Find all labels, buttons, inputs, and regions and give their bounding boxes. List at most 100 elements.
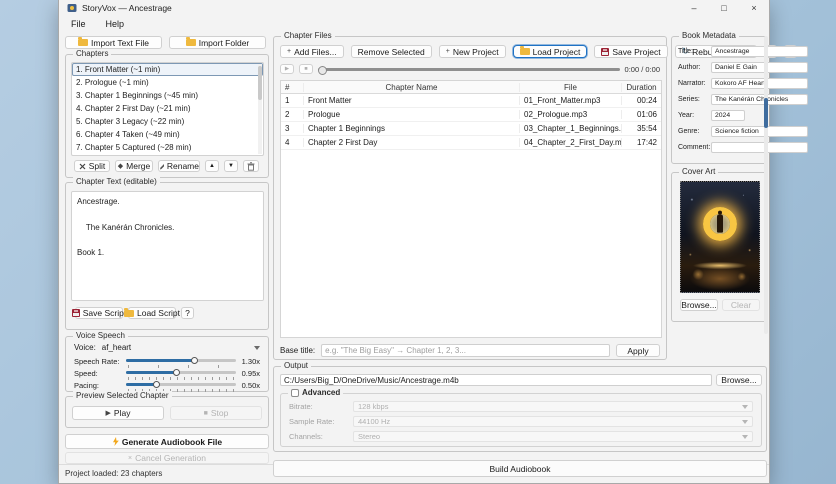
load-script-button[interactable]: Load Script: [124, 307, 180, 319]
cover-browse-button[interactable]: Browse...: [680, 299, 718, 311]
merge-button[interactable]: ◆ Merge: [115, 160, 153, 172]
table-row[interactable]: 4 Chapter 2 First Day 04_Chapter_2_First…: [281, 136, 661, 150]
slider-thumb[interactable]: [152, 381, 160, 388]
rename-label: Rename: [166, 161, 199, 171]
load-script-label: Load Script: [137, 308, 180, 318]
comment-input[interactable]: [711, 141, 808, 153]
file-stop-button[interactable]: ■: [299, 64, 313, 74]
bitrate-select[interactable]: 128 kbps: [353, 401, 753, 412]
comment-label: Comment:: [678, 143, 711, 151]
chapter-list-item[interactable]: 4. Chapter 2 First Day (~21 min): [72, 102, 263, 115]
close-button[interactable]: ×: [739, 0, 769, 16]
save-script-button[interactable]: Save Script: [71, 307, 126, 319]
genre-label: Genre:: [678, 127, 700, 135]
col-header-name[interactable]: Chapter Name: [303, 82, 519, 92]
new-project-button[interactable]: + New Project: [438, 45, 506, 58]
right-panel-scrollbar[interactable]: [764, 36, 768, 334]
author-input[interactable]: [711, 61, 808, 73]
scrollbar-thumb[interactable]: [764, 98, 768, 128]
cell-file: 02_Prologue.mp3: [519, 110, 621, 119]
remove-selected-button[interactable]: Remove Selected: [350, 45, 432, 58]
split-button[interactable]: Split: [74, 160, 110, 172]
pencil-icon: [160, 163, 164, 169]
base-title-row: Base title: Apply: [280, 344, 660, 357]
title-input[interactable]: [711, 45, 808, 57]
output-browse-button[interactable]: Browse...: [716, 374, 762, 386]
output-group: Output Browse... Advanced Bitrate: 128 k…: [273, 361, 767, 452]
cover-clear-button[interactable]: Clear: [722, 299, 760, 311]
table-row[interactable]: 1 Front Matter 01_Front_Matter.mp3 00:24: [281, 94, 661, 108]
chapters-group-label: Chapters: [73, 49, 112, 59]
table-row[interactable]: 3 Chapter 1 Beginnings 03_Chapter_1_Begi…: [281, 122, 661, 136]
cell-duration: 17:42: [621, 138, 661, 147]
genre-input[interactable]: [711, 125, 808, 137]
chapter-list-item[interactable]: 7. Chapter 5 Captured (~28 min): [72, 141, 263, 154]
stop-button[interactable]: ■ Stop: [170, 406, 262, 420]
base-title-input[interactable]: [321, 344, 610, 357]
chapter-list-item[interactable]: 6. Chapter 4 Taken (~49 min): [72, 128, 263, 141]
add-files-button[interactable]: + Add Files...: [280, 45, 344, 58]
chapter-list-item[interactable]: 1. Front Matter (~1 min): [72, 63, 263, 76]
load-project-button[interactable]: Load Project: [512, 45, 588, 58]
pacing-slider[interactable]: [126, 380, 236, 392]
advanced-label: Advanced: [302, 388, 341, 397]
minimize-button[interactable]: –: [679, 0, 709, 16]
move-chapter-down-button[interactable]: ▼: [224, 160, 238, 172]
year-input[interactable]: [711, 109, 745, 121]
col-header-num[interactable]: #: [281, 83, 303, 92]
chapter-list-item[interactable]: 5. Chapter 3 Legacy (~22 min): [72, 115, 263, 128]
output-path-input[interactable]: [280, 374, 712, 386]
pacing-row: Pacing: 0.50x: [74, 380, 260, 392]
cancel-generation-button[interactable]: × Cancel Generation: [65, 452, 269, 464]
chapters-scrollbar[interactable]: [258, 64, 262, 154]
cell-duration: 35:54: [621, 124, 661, 133]
floppy-icon: [601, 47, 610, 56]
voice-select[interactable]: af_heart: [102, 343, 248, 352]
year-field-row: Year:: [678, 109, 762, 121]
apply-label: Apply: [627, 345, 649, 356]
col-header-duration[interactable]: Duration: [621, 82, 661, 92]
speed-slider[interactable]: [126, 368, 236, 380]
channels-select[interactable]: Stereo: [353, 431, 753, 442]
import-text-file-button[interactable]: Import Text File: [65, 36, 162, 49]
save-project-button[interactable]: Save Project: [594, 45, 668, 58]
file-play-button[interactable]: ▶: [280, 64, 294, 74]
menu-help[interactable]: Help: [104, 19, 127, 29]
import-folder-button[interactable]: Import Folder: [169, 36, 266, 49]
chapter-list-item[interactable]: 3. Chapter 1 Beginnings (~45 min): [72, 89, 263, 102]
book-metadata-group: Book Metadata Title: Author: Narrator: S…: [671, 31, 808, 164]
rename-button[interactable]: Rename: [158, 160, 200, 172]
speech-rate-slider[interactable]: [126, 356, 236, 368]
table-row[interactable]: 2 Prologue 02_Prologue.mp3 01:06: [281, 108, 661, 122]
playback-slider[interactable]: [318, 65, 620, 75]
delete-chapter-button[interactable]: [243, 160, 259, 172]
advanced-group: Advanced Bitrate: 128 kbps Sample Rate: …: [280, 388, 762, 447]
apply-button[interactable]: Apply: [616, 344, 660, 357]
chapters-list[interactable]: 1. Front Matter (~1 min) 2. Prologue (~1…: [71, 62, 264, 156]
series-input[interactable]: [711, 93, 808, 105]
chapter-files-group: Chapter Files + Add Files... Remove Sele…: [273, 31, 797, 360]
voice-speech-group-label: Voice Speech: [73, 331, 128, 341]
playback-time: 0:00 / 0:00: [624, 64, 660, 74]
build-audiobook-button[interactable]: Build Audiobook: [273, 460, 767, 477]
maximize-button[interactable]: □: [709, 0, 739, 16]
col-header-file[interactable]: File: [519, 82, 621, 92]
slider-thumb[interactable]: [172, 369, 180, 376]
chevron-down-icon: [742, 434, 748, 439]
chapter-list-item[interactable]: 2. Prologue (~1 min): [72, 76, 263, 89]
play-button[interactable]: ▶ Play: [72, 406, 164, 420]
move-chapter-up-button[interactable]: ▲: [205, 160, 219, 172]
narrator-input[interactable]: [711, 77, 808, 89]
menu-file[interactable]: File: [69, 19, 88, 29]
sample-rate-select[interactable]: 44100 Hz: [353, 416, 753, 427]
slider-thumb[interactable]: [191, 357, 199, 364]
chapter-text-editor[interactable]: Ancestrage. The Kanérán Chronicles. Book…: [71, 191, 264, 301]
cell-num: 1: [285, 96, 290, 105]
speech-rate-value: 1.30x: [241, 357, 260, 366]
table-header-row: # Chapter Name File Duration: [281, 81, 661, 94]
generate-audiobook-button[interactable]: Generate Audiobook File: [65, 434, 269, 449]
script-help-button[interactable]: ?: [181, 307, 194, 319]
speed-value: 0.95x: [241, 369, 260, 378]
output-group-label: Output: [281, 361, 312, 371]
advanced-checkbox[interactable]: [291, 389, 299, 397]
